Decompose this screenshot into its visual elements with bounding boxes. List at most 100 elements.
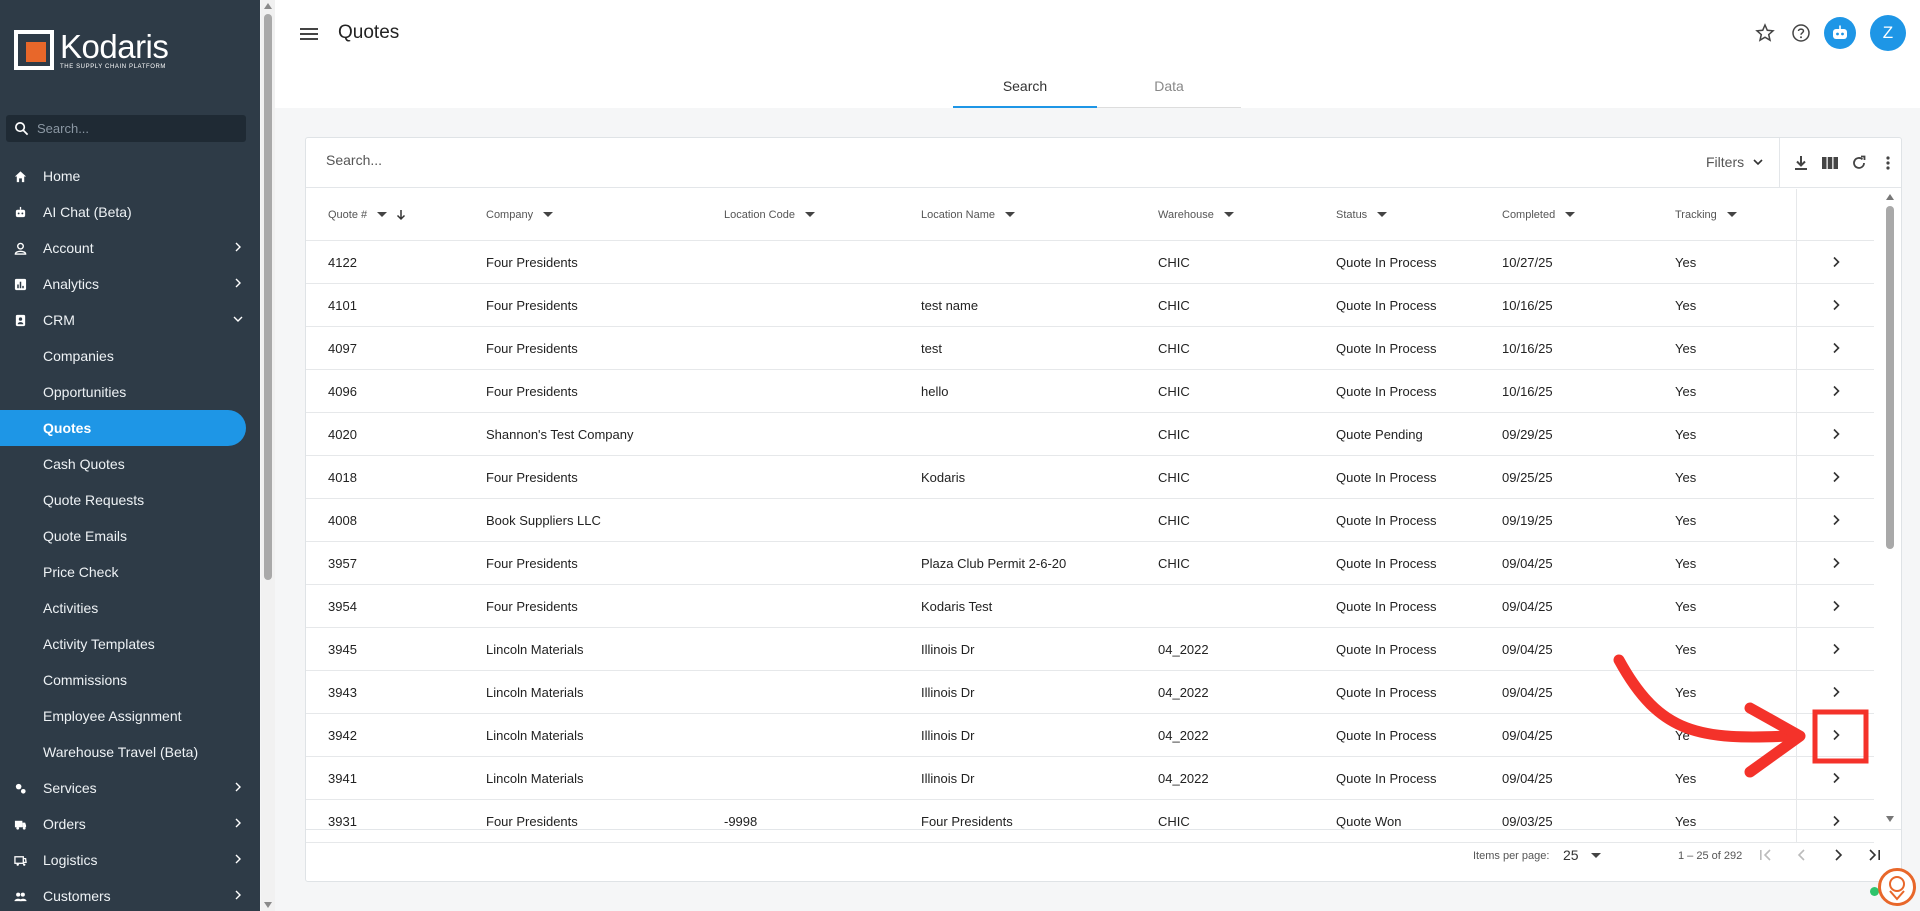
sidebar-item-employee-assignment[interactable]: Employee Assignment: [0, 698, 260, 734]
hamburger-menu-icon[interactable]: [297, 22, 321, 46]
table-row[interactable]: 3942 Lincoln Materials Illinois Dr 04_2022 Q…: [306, 714, 1874, 757]
sidebar-item-quote-requests[interactable]: Quote Requests: [0, 482, 260, 518]
chat-widget-button[interactable]: [1878, 868, 1916, 906]
chevron-right-icon: [235, 278, 241, 288]
sidebar-item-activity-templates[interactable]: Activity Templates: [0, 626, 260, 662]
open-row-button[interactable]: [1796, 370, 1874, 412]
table-row[interactable]: 3957 Four Presidents Plaza Club Permit 2-6…: [306, 542, 1874, 585]
user-avatar[interactable]: Z: [1870, 15, 1906, 51]
sidebar-item-price-check[interactable]: Price Check: [0, 554, 260, 590]
col-quote-number[interactable]: Quote #: [328, 189, 407, 240]
table-cell: 10/16/25: [1502, 383, 1553, 399]
table-row[interactable]: 4097 Four Presidents test CHIC Quote In Proc…: [306, 327, 1874, 370]
more-options-button[interactable]: [1877, 152, 1899, 174]
favorite-button[interactable]: [1752, 20, 1778, 46]
open-row-button[interactable]: [1796, 757, 1874, 799]
brand-logo[interactable]: Kodaris THE SUPPLY CHAIN PLATFORM: [14, 30, 169, 70]
sidebar-item-account[interactable]: Account: [0, 230, 260, 266]
sidebar-item-commissions[interactable]: Commissions: [0, 662, 260, 698]
table-search-input[interactable]: [326, 152, 726, 168]
caret-down-icon: [543, 212, 554, 217]
columns-button[interactable]: [1819, 152, 1841, 174]
sidebar-item-companies[interactable]: Companies: [0, 338, 260, 374]
open-row-button[interactable]: [1796, 456, 1874, 498]
table-cell: 04_2022: [1158, 641, 1209, 657]
sidebar-item-crm[interactable]: CRM: [0, 302, 260, 338]
refresh-button[interactable]: [1848, 152, 1870, 174]
sidebar-search-input[interactable]: [37, 121, 237, 136]
ai-assistant-button[interactable]: [1824, 17, 1856, 49]
open-row-button[interactable]: [1796, 413, 1874, 455]
kodaris-logo-icon: [14, 30, 54, 70]
scroll-thumb[interactable]: [1886, 206, 1894, 549]
open-row-button[interactable]: [1796, 714, 1874, 756]
sort-desc-icon[interactable]: [395, 209, 407, 221]
table-row[interactable]: 4096 Four Presidents hello CHIC Quote In Pro…: [306, 370, 1874, 413]
open-row-button[interactable]: [1796, 499, 1874, 541]
scroll-up-arrow[interactable]: [1886, 194, 1894, 200]
sidebar-item-ai-chat[interactable]: AI Chat (Beta): [0, 194, 260, 230]
col-status[interactable]: Status: [1336, 189, 1388, 240]
col-location-name[interactable]: Location Name: [921, 189, 1015, 240]
open-row-button[interactable]: [1796, 241, 1874, 283]
scroll-down-arrow[interactable]: [264, 902, 272, 908]
table-row[interactable]: 4101 Four Presidents test name CHIC Quote In…: [306, 284, 1874, 327]
sidebar-item-analytics[interactable]: Analytics: [0, 266, 260, 302]
table-row[interactable]: 3941 Lincoln Materials Illinois Dr 04_2022 Q…: [306, 757, 1874, 800]
col-company[interactable]: Company: [486, 189, 554, 240]
sidebar-item-services[interactable]: Services: [0, 770, 260, 806]
table-row[interactable]: 3945 Lincoln Materials Illinois Dr 04_2022 Q…: [306, 628, 1874, 671]
table-row[interactable]: 3943 Lincoln Materials Illinois Dr 04_2022 Q…: [306, 671, 1874, 714]
table-row[interactable]: 4122 Four Presidents CHIC Quote In Process 1…: [306, 241, 1874, 284]
download-button[interactable]: [1790, 152, 1812, 174]
home-icon: [14, 171, 27, 183]
scroll-up-arrow[interactable]: [264, 3, 272, 9]
sidebar-item-cash-quotes[interactable]: Cash Quotes: [0, 446, 260, 482]
prev-page-button[interactable]: [1790, 843, 1814, 867]
sidebar-search[interactable]: [6, 115, 246, 142]
sidebar-item-home[interactable]: Home: [0, 158, 260, 194]
open-row-button[interactable]: [1796, 585, 1874, 627]
open-row-button[interactable]: [1796, 284, 1874, 326]
sidebar-item-quotes[interactable]: Quotes: [0, 410, 246, 446]
open-row-button[interactable]: [1796, 542, 1874, 584]
table-row[interactable]: 4008 Book Suppliers LLC CHIC Quote In Proce…: [306, 499, 1874, 542]
table-row[interactable]: 4018 Four Presidents Kodaris CHIC Quote In P…: [306, 456, 1874, 499]
open-row-button[interactable]: [1796, 671, 1874, 713]
sidebar-item-customers[interactable]: Customers: [0, 878, 260, 911]
open-row-button[interactable]: [1796, 327, 1874, 369]
sidebar-item-quote-emails[interactable]: Quote Emails: [0, 518, 260, 554]
table-cell: Quote In Process: [1336, 727, 1437, 743]
sidebar-item-orders[interactable]: Orders: [0, 806, 260, 842]
filters-button[interactable]: Filters: [1706, 154, 1764, 170]
col-tracking[interactable]: Tracking: [1675, 189, 1737, 240]
items-per-page-select[interactable]: 25: [1563, 847, 1601, 863]
tab-search[interactable]: Search: [953, 70, 1097, 108]
first-page-button[interactable]: [1754, 843, 1778, 867]
sidebar-item-warehouse-travel[interactable]: Warehouse Travel (Beta): [0, 734, 260, 770]
table-row[interactable]: 4020 Shannon's Test Company CHIC Quote Pend…: [306, 413, 1874, 456]
sidebar-item-logistics[interactable]: Logistics: [0, 842, 260, 878]
tab-bar: Search Data: [953, 70, 1241, 108]
table-cell: 04_2022: [1158, 684, 1209, 700]
table-row[interactable]: 3954 Four Presidents Kodaris Test Quote In …: [306, 585, 1874, 628]
help-button[interactable]: [1788, 20, 1814, 46]
col-location-code[interactable]: Location Code: [724, 189, 815, 240]
table-body: 4122 Four Presidents CHIC Quote In Process 1…: [306, 241, 1874, 843]
col-completed[interactable]: Completed: [1502, 189, 1576, 240]
scroll-thumb[interactable]: [264, 14, 272, 580]
table-cell: CHIC: [1158, 340, 1190, 356]
scroll-down-arrow[interactable]: [1886, 816, 1894, 822]
caret-down-icon: [1005, 212, 1015, 217]
next-page-button[interactable]: [1826, 843, 1850, 867]
col-warehouse[interactable]: Warehouse: [1158, 189, 1234, 240]
sidebar-scrollbar[interactable]: [261, 0, 275, 911]
open-row-button[interactable]: [1796, 628, 1874, 670]
sidebar-item-activities[interactable]: Activities: [0, 590, 260, 626]
last-page-button[interactable]: [1862, 843, 1886, 867]
sidebar-item-opportunities[interactable]: Opportunities: [0, 374, 260, 410]
brand-tagline: THE SUPPLY CHAIN PLATFORM: [60, 63, 167, 70]
table-cell: Yes: [1675, 469, 1697, 485]
tab-data[interactable]: Data: [1097, 70, 1241, 108]
table-scrollbar[interactable]: [1879, 189, 1901, 829]
